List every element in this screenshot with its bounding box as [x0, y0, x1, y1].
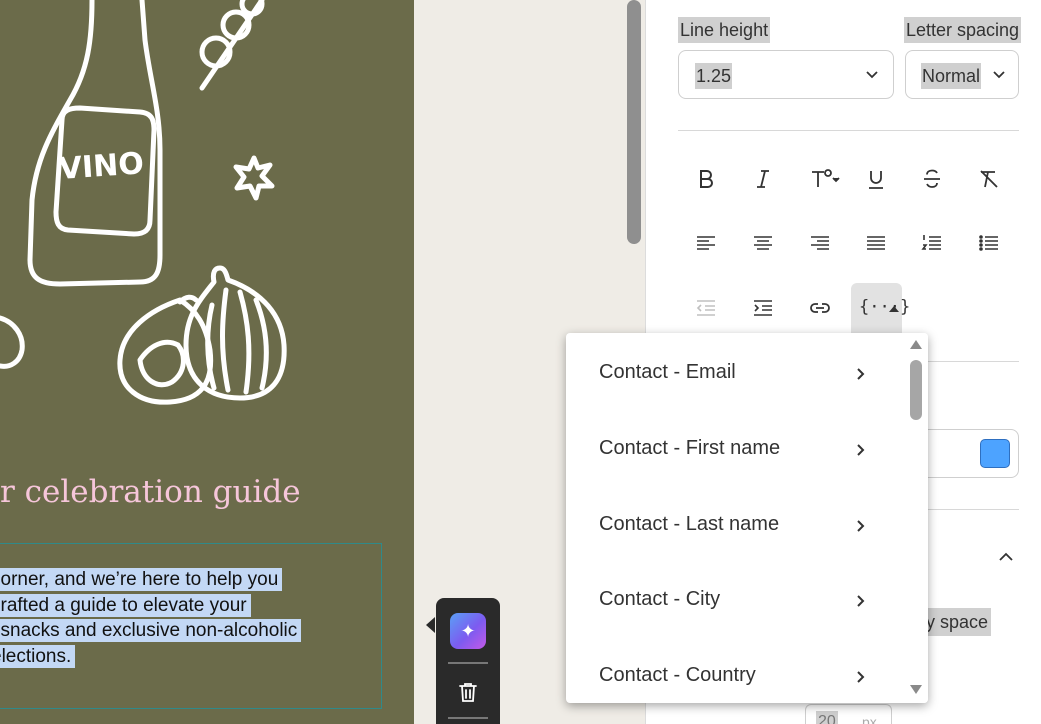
bold-button[interactable] — [688, 161, 724, 197]
section-divider — [678, 130, 1019, 131]
sparkle-icon: ✦ — [460, 620, 476, 641]
clear-format-button[interactable] — [971, 161, 1007, 197]
app-stage: VINO r celebration guide corner, and we’… — [0, 0, 1041, 724]
toolbar-divider — [448, 662, 488, 664]
link-button[interactable] — [802, 290, 838, 326]
align-right-icon — [811, 236, 829, 250]
numbered-list-button[interactable] — [914, 225, 950, 261]
italic-button[interactable] — [745, 161, 781, 197]
dropdown-item-contact-first-name[interactable]: Contact - First name — [566, 411, 896, 487]
letter-spacing-value: Normal — [921, 63, 982, 89]
color-swatch[interactable] — [980, 439, 1010, 468]
dropdown-item-label: Contact - First name — [599, 437, 781, 459]
align-left-button[interactable] — [688, 225, 724, 261]
toolbar-pointer — [426, 617, 435, 633]
caret-up-icon — [889, 306, 899, 312]
text-size-icon — [812, 169, 840, 187]
scroll-down-arrow[interactable] — [910, 685, 922, 694]
numbered-list-icon — [921, 235, 941, 250]
indent-button[interactable] — [745, 290, 781, 326]
chevron-down-icon — [866, 71, 878, 79]
justify-icon — [867, 236, 885, 250]
chevron-right-icon — [857, 595, 865, 607]
letter-spacing-label: Letter spacing — [904, 17, 1022, 43]
spacing-unit: px — [862, 714, 877, 724]
dropdown-item-contact-city[interactable]: Contact - City — [566, 562, 896, 638]
outdent-icon — [696, 300, 715, 316]
align-center-button[interactable] — [745, 225, 781, 261]
variables-button[interactable]: {···} — [851, 283, 910, 333]
bold-icon — [700, 170, 713, 188]
line-height-label: Line height — [678, 17, 771, 43]
strikethrough-icon — [924, 169, 940, 188]
dropdown-item-label: Contact - Email — [599, 361, 736, 383]
text-size-button[interactable] — [802, 161, 846, 197]
body-line-3[interactable]: l snacks and exclusive non-alcoholic — [0, 619, 302, 642]
letter-spacing-select[interactable]: Normal — [905, 50, 1019, 99]
spacing-input[interactable]: 20 px — [805, 704, 892, 724]
scrollbar-thumb[interactable] — [910, 360, 922, 420]
chevron-up-icon[interactable] — [998, 549, 1014, 565]
bottle-label-text: VINO — [58, 146, 145, 187]
variables-icon: {···} — [859, 297, 911, 317]
clear-format-icon — [980, 170, 998, 188]
underline-button[interactable] — [858, 161, 894, 197]
indent-icon — [754, 300, 772, 316]
justify-button[interactable] — [858, 225, 894, 261]
line-height-value: 1.25 — [695, 63, 733, 89]
dropdown-item-label: Contact - Country — [599, 664, 756, 686]
spacing-value: 20 — [816, 711, 838, 724]
dropdown-item-label: Contact - Last name — [599, 513, 780, 535]
chevron-right-icon — [857, 671, 865, 683]
chevron-down-icon — [993, 71, 1005, 79]
dropdown-item-contact-email[interactable]: Contact - Email — [566, 335, 896, 411]
outdent-button[interactable] — [688, 290, 724, 326]
canvas-scrollbar[interactable] — [627, 0, 641, 244]
guide-title[interactable]: r celebration guide — [0, 474, 414, 514]
body-line-4[interactable]: elections. — [0, 645, 76, 668]
dropdown-item-contact-last-name[interactable]: Contact - Last name — [566, 487, 896, 563]
dropdown-item-label: Contact - City — [599, 588, 721, 610]
body-line-2[interactable]: crafted a guide to elevate your — [0, 594, 251, 617]
email-canvas[interactable]: VINO r celebration guide corner, and we’… — [0, 0, 414, 724]
align-right-button[interactable] — [802, 225, 838, 261]
link-icon — [810, 303, 830, 313]
ai-assist-button[interactable]: ✦ — [450, 613, 486, 649]
dropdown-scrollbar[interactable] — [904, 333, 928, 703]
body-line-1[interactable]: corner, and we’re here to help you — [0, 568, 283, 591]
bulleted-list-button[interactable] — [971, 225, 1007, 261]
toolbar-divider — [448, 717, 488, 719]
align-left-icon — [697, 236, 715, 250]
underline-icon — [869, 171, 883, 189]
trash-icon[interactable] — [456, 680, 480, 704]
line-height-select[interactable]: 1.25 — [678, 50, 894, 99]
variables-dropdown: Contact - Email Contact - First name Con… — [566, 333, 928, 703]
strikethrough-button[interactable] — [914, 161, 950, 197]
chevron-right-icon — [857, 444, 865, 456]
align-center-icon — [754, 236, 772, 250]
dropdown-item-contact-country[interactable]: Contact - Country — [566, 638, 896, 703]
floating-toolbar: ✦ — [436, 598, 500, 724]
italic-icon — [757, 170, 769, 188]
scroll-up-arrow[interactable] — [910, 340, 922, 349]
bulleted-list-icon — [979, 235, 998, 251]
wine-illustration: VINO — [0, 0, 287, 405]
chevron-right-icon — [857, 520, 865, 532]
chevron-right-icon — [857, 368, 865, 380]
body-textbox[interactable]: corner, and we’re here to help you craft… — [0, 543, 382, 709]
